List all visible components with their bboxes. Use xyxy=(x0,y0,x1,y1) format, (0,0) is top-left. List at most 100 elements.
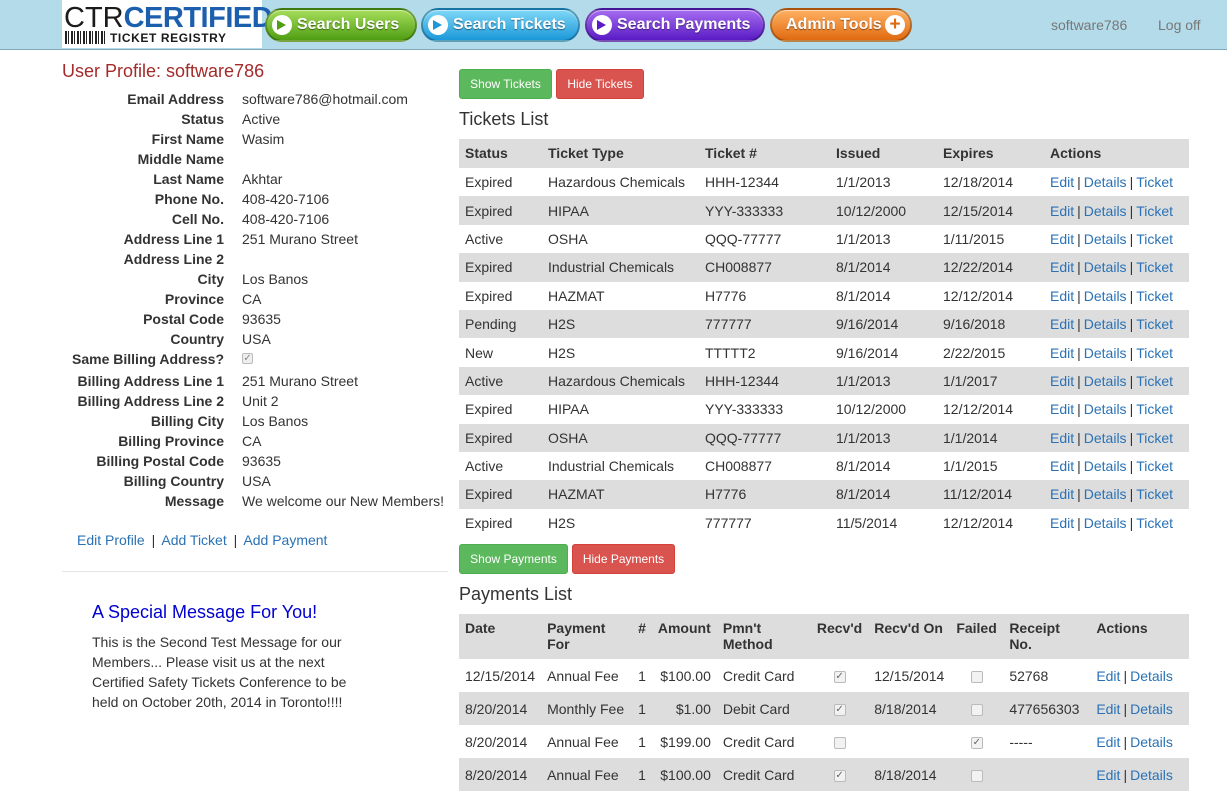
payment-details-link[interactable]: Details xyxy=(1130,767,1173,783)
field-label: Billing Address Line 2 xyxy=(77,393,224,409)
field-label: Last Name xyxy=(153,171,224,187)
view-ticket-link[interactable]: Ticket xyxy=(1136,515,1173,531)
edit-ticket-link[interactable]: Edit xyxy=(1050,458,1074,474)
received-checkbox[interactable]: ✓ xyxy=(833,670,846,683)
hide-tickets-button[interactable]: Hide Tickets xyxy=(556,69,644,99)
hide-payments-button[interactable]: Hide Payments xyxy=(572,544,675,574)
payment-date-cell: 8/20/2014 xyxy=(459,758,542,791)
table-row: Expired HIPAA YYY-333333 10/12/2000 12/12/20… xyxy=(459,395,1189,423)
edit-payment-link[interactable]: Edit xyxy=(1096,701,1120,717)
view-ticket-link[interactable]: Ticket xyxy=(1136,486,1173,502)
ticket-number-cell: TTTTT2 xyxy=(705,344,756,361)
ticket-details-link[interactable]: Details xyxy=(1084,401,1127,417)
edit-ticket-link[interactable]: Edit xyxy=(1050,486,1074,502)
edit-payment-link[interactable]: Edit xyxy=(1096,767,1120,783)
link-separator: | xyxy=(1077,230,1081,247)
payment-method-cell: Credit Card xyxy=(722,733,795,750)
payment-received-on-cell: 8/18/2014 xyxy=(868,692,951,725)
field-value: CA xyxy=(242,433,262,449)
ticket-number-cell: 777777 xyxy=(699,309,830,339)
edit-payment-link[interactable]: Edit xyxy=(1096,668,1120,684)
search-users-button[interactable]: Search Users xyxy=(265,8,417,42)
edit-payment-link[interactable]: Edit xyxy=(1096,734,1120,750)
admin-tools-button[interactable]: Admin Tools + xyxy=(770,8,912,42)
edit-ticket-link[interactable]: Edit xyxy=(1050,345,1074,361)
link-separator: | xyxy=(1077,316,1081,333)
add-ticket-link[interactable]: Add Ticket xyxy=(161,532,226,548)
edit-ticket-link[interactable]: Edit xyxy=(1050,231,1074,247)
payment-amount-cell: $199.00 xyxy=(660,733,711,750)
ticket-actions-cell: Edit | Details | Ticket xyxy=(1044,395,1189,423)
view-ticket-link[interactable]: Ticket xyxy=(1136,203,1173,219)
edit-ticket-link[interactable]: Edit xyxy=(1050,373,1074,389)
ticket-details-link[interactable]: Details xyxy=(1084,430,1127,446)
ticket-status-cell: Expired xyxy=(465,174,513,191)
ticket-details-link[interactable]: Details xyxy=(1084,515,1127,531)
edit-ticket-link[interactable]: Edit xyxy=(1050,515,1074,531)
view-ticket-link[interactable]: Ticket xyxy=(1136,458,1173,474)
ticket-details-link[interactable]: Details xyxy=(1084,486,1127,502)
ctr-logo[interactable]: CTRCERTIFIED TICKET REGISTRY xyxy=(62,0,273,48)
edit-profile-link[interactable]: Edit Profile xyxy=(77,532,145,548)
payment-date-cell: 8/20/2014 xyxy=(459,692,542,725)
current-user-link[interactable]: software786 xyxy=(1051,17,1127,33)
ticket-details-link[interactable]: Details xyxy=(1084,458,1127,474)
field-value: We welcome our New Members! xyxy=(242,493,445,509)
add-payment-link[interactable]: Add Payment xyxy=(243,532,327,548)
ticket-details-link[interactable]: Details xyxy=(1084,174,1127,190)
view-ticket-link[interactable]: Ticket xyxy=(1136,345,1173,361)
ticket-details-link[interactable]: Details xyxy=(1084,288,1127,304)
ticket-number-cell: YYY-333333 xyxy=(699,196,830,225)
logoff-link[interactable]: Log off xyxy=(1158,17,1201,33)
ticket-actions-cell: Edit | Details | Ticket xyxy=(1044,168,1189,196)
failed-checkbox[interactable] xyxy=(970,670,983,683)
edit-ticket-link[interactable]: Edit xyxy=(1050,316,1074,332)
ticket-details-link[interactable]: Details xyxy=(1084,373,1127,389)
search-payments-button[interactable]: Search Payments xyxy=(585,8,765,42)
edit-ticket-link[interactable]: Edit xyxy=(1050,401,1074,417)
failed-checkbox[interactable]: ✓ xyxy=(970,736,983,749)
edit-ticket-link[interactable]: Edit xyxy=(1050,430,1074,446)
edit-ticket-link[interactable]: Edit xyxy=(1050,259,1074,275)
table-row: 8/20/2014 Monthly Fee 1 $1.00 Debit Card ✓ 8/1… xyxy=(459,692,1189,725)
search-tickets-button[interactable]: Search Tickets xyxy=(421,8,580,42)
edit-ticket-link[interactable]: Edit xyxy=(1050,203,1074,219)
payment-details-link[interactable]: Details xyxy=(1130,668,1173,684)
table-row: Expired Hazardous Chemicals HHH-12344 1/1/2… xyxy=(459,168,1189,196)
special-message-body: This is the Second Test Message for our … xyxy=(92,634,347,710)
failed-checkbox[interactable] xyxy=(970,703,983,716)
ticket-details-link[interactable]: Details xyxy=(1084,203,1127,219)
ticket-number-cell: QQQ-77777 xyxy=(705,230,782,247)
payment-details-link[interactable]: Details xyxy=(1130,734,1173,750)
edit-ticket-link[interactable]: Edit xyxy=(1050,288,1074,304)
payment-details-link[interactable]: Details xyxy=(1130,701,1173,717)
view-ticket-link[interactable]: Ticket xyxy=(1136,401,1173,417)
ticket-details-link[interactable]: Details xyxy=(1084,316,1127,332)
view-ticket-link[interactable]: Ticket xyxy=(1136,231,1173,247)
link-separator: | xyxy=(1129,372,1134,389)
table-row: Expired H2S 777777 11/5/2014 12/12/2014 Edit |… xyxy=(459,509,1189,537)
view-ticket-link[interactable]: Ticket xyxy=(1136,288,1173,304)
ticket-details-link[interactable]: Details xyxy=(1084,231,1127,247)
edit-ticket-link[interactable]: Edit xyxy=(1050,174,1074,190)
failed-checkbox[interactable] xyxy=(970,769,983,782)
received-checkbox[interactable] xyxy=(833,736,846,749)
show-payments-button[interactable]: Show Payments xyxy=(459,544,568,574)
ticket-actions-cell: Edit | Details | Ticket xyxy=(1044,309,1189,339)
view-ticket-link[interactable]: Ticket xyxy=(1136,373,1173,389)
show-tickets-button[interactable]: Show Tickets xyxy=(459,69,552,99)
view-ticket-link[interactable]: Ticket xyxy=(1136,316,1173,332)
admin-tools-label: Admin Tools xyxy=(786,16,882,33)
received-checkbox[interactable]: ✓ xyxy=(833,703,846,716)
profile-field-row: Country USA xyxy=(62,329,452,349)
same-billing-checkbox[interactable]: ✓ xyxy=(242,353,253,364)
ticket-expires-cell: 12/22/2014 xyxy=(937,253,1044,282)
ticket-details-link[interactable]: Details xyxy=(1084,345,1127,361)
logo-ctr-text: CTR xyxy=(64,2,124,34)
received-checkbox[interactable]: ✓ xyxy=(833,769,846,782)
field-label: Address Line 2 xyxy=(123,251,224,267)
view-ticket-link[interactable]: Ticket xyxy=(1136,430,1173,446)
view-ticket-link[interactable]: Ticket xyxy=(1136,259,1173,275)
ticket-details-link[interactable]: Details xyxy=(1084,259,1127,275)
view-ticket-link[interactable]: Ticket xyxy=(1136,174,1173,190)
